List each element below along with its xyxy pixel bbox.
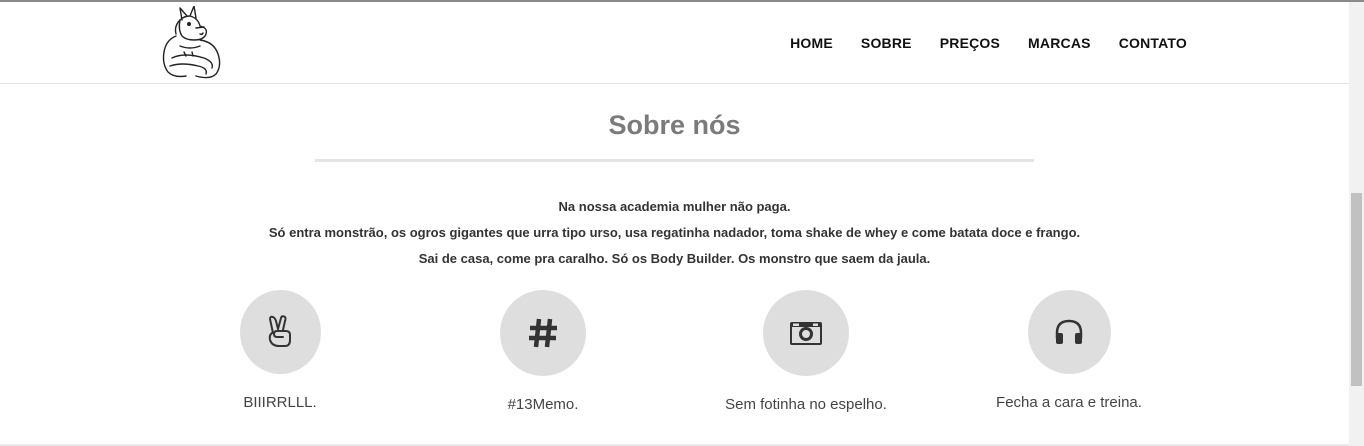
donkey-bodybuilder-logo[interactable]: [160, 5, 224, 80]
headphones-icon: [1027, 290, 1111, 374]
about-line-1: Na nossa academia mulher não paga.: [558, 199, 791, 214]
main-nav: HOME SOBRE PREÇOS MARCAS CONTATO: [762, 35, 1187, 51]
title-divider: [315, 159, 1034, 162]
about-line-2: Só entra monstrão, os ogros gigantes que…: [268, 225, 1081, 240]
feature-item: BIIIRRLLL.: [180, 290, 380, 411]
feature-item: #13Memo.: [443, 290, 643, 413]
section-title: Sobre nós: [608, 110, 741, 140]
feature-item: Sem fotinha no espelho.: [706, 290, 906, 413]
camera-icon: [763, 290, 849, 376]
nav-contato-link[interactable]: CONTATO: [1119, 35, 1187, 51]
feature-label: Sem fotinha no espelho.: [725, 396, 887, 413]
hashtag-icon: [500, 290, 586, 376]
nav-marcas-link[interactable]: MARCAS: [1028, 35, 1091, 51]
nav-precos-link[interactable]: PREÇOS: [940, 35, 1000, 51]
feature-label: BIIIRRLLL.: [243, 394, 317, 411]
feature-label: Fecha a cara e treina.: [996, 394, 1142, 411]
nav-home-link[interactable]: HOME: [790, 35, 833, 51]
about-line-3: Sai de casa, come pra caralho. Só os Bod…: [418, 251, 931, 266]
scrollbar-thumb[interactable]: [1351, 193, 1362, 386]
feature-item: Fecha a cara e treina.: [969, 290, 1169, 411]
site-header: HOME SOBRE PREÇOS MARCAS CONTATO: [0, 2, 1349, 84]
feature-label: #13Memo.: [507, 396, 579, 413]
nav-sobre-link[interactable]: SOBRE: [861, 35, 912, 51]
peace-hand-icon: [239, 290, 321, 374]
